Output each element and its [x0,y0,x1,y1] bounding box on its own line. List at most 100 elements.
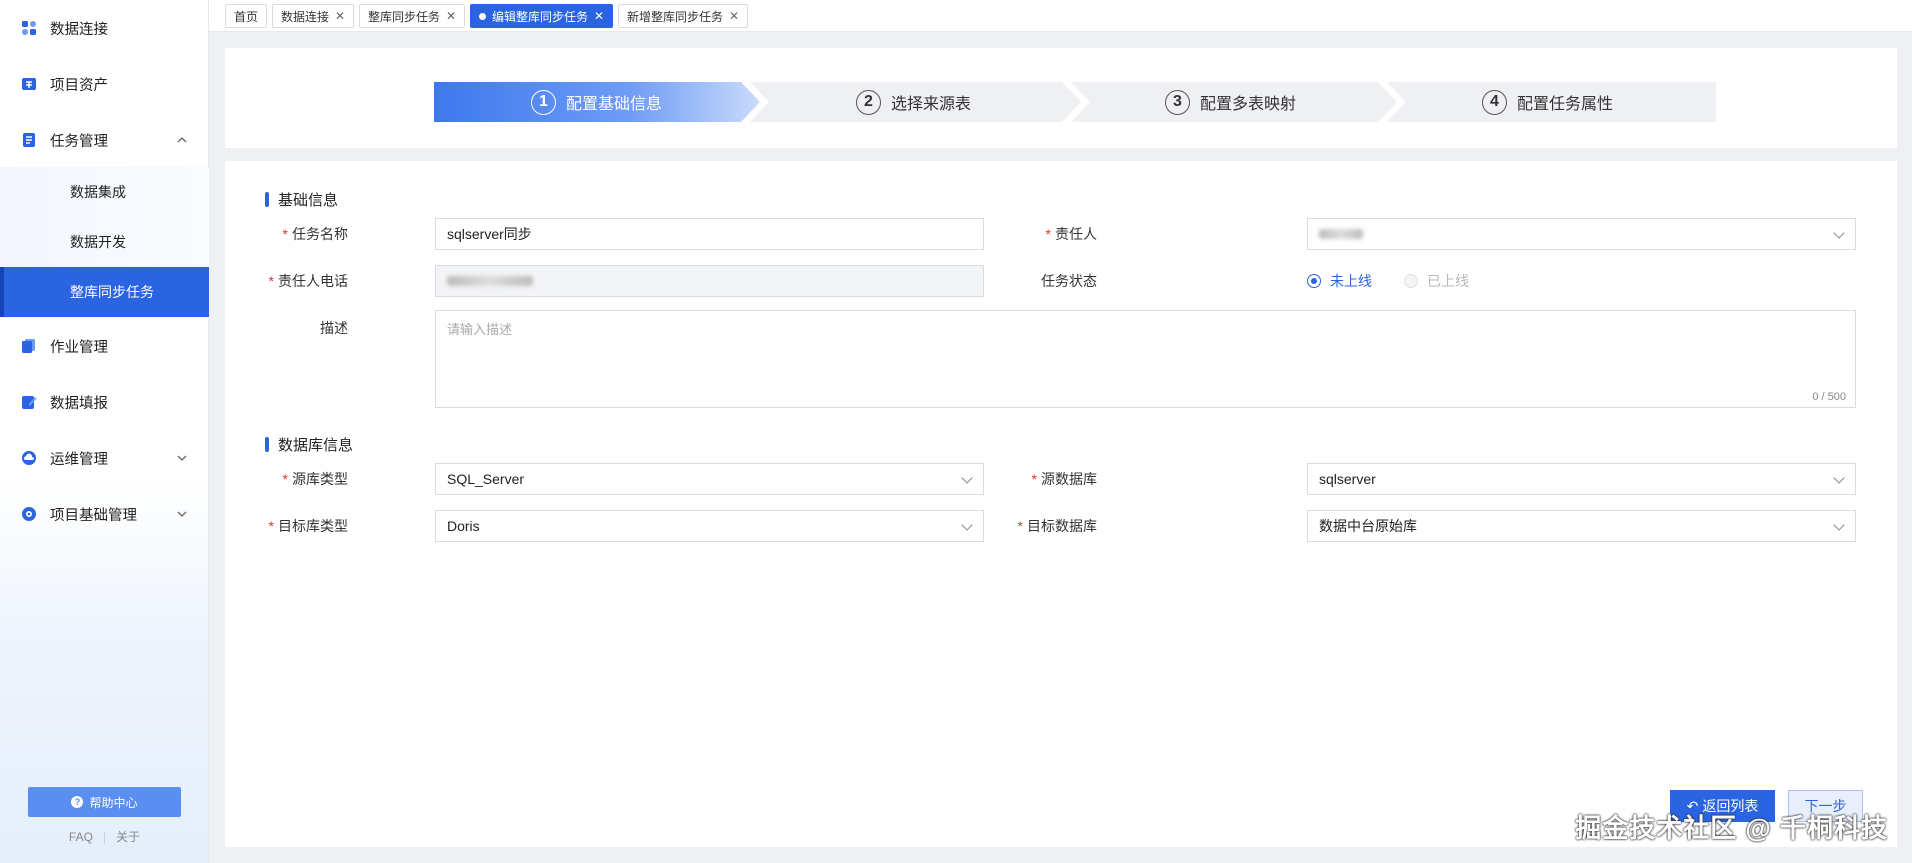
sidebar-item-label: 项目基础管理 [50,507,137,524]
target-type-select[interactable]: Doris [435,510,984,542]
tab-label: 编辑整库同步任务 [492,9,589,24]
sidebar-subitem-label: 数据开发 [70,234,126,250]
section-title: 数据库信息 [278,437,354,454]
tab-label: 新增整库同步任务 [627,9,724,24]
section-bar [265,192,269,207]
sidebar-item-label: 作业管理 [50,339,108,356]
description-char-count: 0 / 500 [1812,391,1846,403]
chevron-down-icon [177,453,187,463]
status-offline-radio[interactable]: 未上线 [1307,271,1372,291]
tab-label: 首页 [234,9,259,24]
sidebar-item-label: 运维管理 [50,451,108,468]
radio-checked-icon [1307,274,1321,288]
step-number: 3 [1165,89,1190,115]
footer-divider: | [102,830,107,844]
sidebar-subitem-label: 数据集成 [70,184,126,200]
sidebar-item-label: 任务管理 [50,133,108,150]
close-icon[interactable]: ✕ [335,9,345,23]
source-db-label: * 源数据库 [1031,471,1097,487]
asset-icon [21,76,37,92]
task-name-value: sqlserver同步 [447,226,532,242]
step-label: 选择来源表 [891,96,972,113]
tab-label: 整库同步任务 [368,9,441,24]
radio-unchecked-icon [1404,274,1418,288]
chevron-down-icon [1833,227,1845,239]
chevron-down-icon [177,509,187,519]
owner-label: * 责任人 [1045,226,1097,242]
sidebar-item-label: 数据连接 [50,21,108,38]
step-1[interactable]: 1 配置基础信息 [531,82,662,122]
cloud-icon [21,450,37,466]
target-db-label: * 目标数据库 [1017,518,1097,534]
sidebar-item-label: 数据填报 [50,395,108,412]
target-type-label: * 目标库类型 [268,518,348,534]
active-dot-icon [479,12,486,20]
chevron-down-icon [1833,519,1845,531]
phone-input[interactable] [435,265,984,297]
section-basic-info: 基础信息 [265,189,338,210]
tab-label: 数据连接 [281,9,330,24]
chevron-down-icon [1833,472,1845,484]
task-name-input[interactable]: sqlserver同步 [435,218,984,250]
step-4[interactable]: 4 配置任务属性 [1482,82,1613,122]
step-number: 2 [856,89,881,115]
link-icon [21,20,37,36]
tab-bar: 首页 数据连接 ✕ 整库同步任务 ✕ 编辑整库同步任务 ✕ 新增整库同步任务 ✕ [209,0,1912,32]
sidebar-subitem-data-integration[interactable]: 数据集成 [0,167,209,217]
watermark: 掘金技术社区 @ 千桐科技 [1575,813,1888,843]
source-type-value: SQL_Server [447,471,525,487]
owner-value-blurred [1319,229,1363,239]
close-icon[interactable]: ✕ [594,9,604,23]
description-label: 描述 [320,320,348,336]
form-card: 基础信息 * 任务名称 sqlserver同步 * 责任人 * 责任人电话 任务状态 … [225,161,1897,847]
faq-link[interactable]: FAQ [69,830,93,844]
description-placeholder: 请输入描述 [447,322,513,337]
about-link[interactable]: 关于 [116,830,140,844]
form-icon [21,394,37,410]
source-db-select[interactable]: sqlserver [1307,463,1856,495]
sidebar-item-label: 项目资产 [50,77,108,94]
phone-label: * 责任人电话 [268,273,348,289]
step-label: 配置任务属性 [1517,96,1614,113]
close-icon[interactable]: ✕ [446,9,456,23]
status-offline-label: 未上线 [1330,273,1372,289]
sidebar-item-data-connection[interactable]: 数据连接 [0,0,209,56]
source-db-value: sqlserver [1319,471,1376,487]
sidebar-item-data-reporting[interactable]: 数据填报 [0,374,209,430]
step-3[interactable]: 3 配置多表映射 [1165,82,1296,122]
tab-data-connection[interactable]: 数据连接 ✕ [272,4,355,28]
tab-new-db-sync-task[interactable]: 新增整库同步任务 ✕ [618,4,749,28]
step-number: 4 [1482,89,1507,115]
phone-value-blurred [447,276,533,286]
job-icon [21,338,37,354]
sidebar-subitem-label: 整库同步任务 [70,284,154,300]
step-label: 配置多表映射 [1200,96,1297,113]
close-icon[interactable]: ✕ [729,9,739,23]
tab-edit-db-sync-task[interactable]: 编辑整库同步任务 ✕ [470,4,614,28]
chevron-up-icon [177,135,187,145]
section-bar [265,437,269,452]
help-center-button[interactable]: ? 帮助中心 [28,787,181,817]
target-db-value: 数据中台原始库 [1319,518,1417,534]
step-2[interactable]: 2 选择来源表 [856,82,971,122]
description-textarea[interactable]: 请输入描述 0 / 500 [435,310,1856,408]
tab-db-sync-task[interactable]: 整库同步任务 ✕ [359,4,466,28]
owner-select[interactable] [1307,218,1856,250]
gear-icon [21,506,37,522]
status-online-radio: 已上线 [1404,271,1469,291]
section-database-info: 数据库信息 [265,434,353,455]
tab-home[interactable]: 首页 [225,4,268,28]
sidebar: 数据连接 项目资产 任务管理 数据集成 数据开发 整库同步任务 作业管理 数据填… [0,0,209,863]
sidebar-item-ops-management[interactable]: 运维管理 [0,430,209,486]
sidebar-item-task-management[interactable]: 任务管理 [0,112,209,168]
target-db-select[interactable]: 数据中台原始库 [1307,510,1856,542]
sidebar-subitem-data-development[interactable]: 数据开发 [0,217,209,267]
target-type-value: Doris [447,518,480,534]
sidebar-item-job-management[interactable]: 作业管理 [0,318,209,374]
sidebar-item-project-assets[interactable]: 项目资产 [0,56,209,112]
sidebar-subitem-db-sync-task[interactable]: 整库同步任务 [0,267,209,317]
sidebar-item-project-basic-management[interactable]: 项目基础管理 [0,486,209,542]
source-type-select[interactable]: SQL_Server [435,463,984,495]
source-type-label: * 源库类型 [282,471,348,487]
step-label: 配置基础信息 [566,96,663,113]
